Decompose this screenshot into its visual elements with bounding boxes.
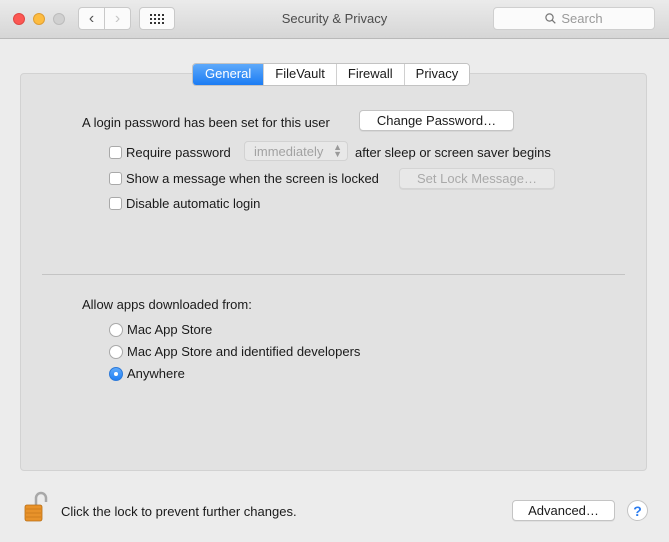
tab-firewall[interactable]: Firewall (335, 64, 404, 85)
section-divider (42, 274, 625, 275)
tab-filevault[interactable]: FileVault (263, 64, 336, 85)
general-panel (20, 73, 647, 471)
after-sleep-text: after sleep or screen saver begins (355, 145, 551, 160)
login-password-text: A login password has been set for this u… (82, 115, 330, 130)
search-field[interactable]: Search (493, 7, 655, 30)
search-placeholder: Search (561, 11, 603, 26)
lock-status-text: Click the lock to prevent further change… (61, 504, 297, 519)
unlocked-padlock-icon (24, 491, 48, 522)
require-password-label: Require password (126, 145, 231, 160)
set-lock-message-button[interactable]: Set Lock Message… (399, 168, 555, 189)
radio-identified-developers[interactable] (109, 345, 123, 359)
radio-label-mac-app-store: Mac App Store (127, 322, 213, 337)
lock-button[interactable] (24, 490, 48, 522)
disable-auto-login-checkbox[interactable] (109, 197, 122, 210)
show-message-label: Show a message when the screen is locked (126, 171, 379, 186)
radio-anywhere[interactable] (109, 367, 123, 381)
change-password-button[interactable]: Change Password… (359, 110, 514, 131)
require-password-delay-value: immediately (254, 143, 324, 159)
radio-label-anywhere: Anywhere (127, 366, 185, 381)
tab-general[interactable]: General (193, 64, 264, 85)
title-bar: ‹ › Security & Privacy Search (0, 0, 669, 39)
show-message-checkbox[interactable] (109, 172, 122, 185)
require-password-delay-select[interactable]: immediately ▲ ▼ (244, 141, 348, 161)
tab-privacy[interactable]: Privacy (403, 64, 470, 85)
allow-apps-heading: Allow apps downloaded from: (82, 297, 252, 312)
tab-bar: General FileVault Firewall Privacy (192, 63, 471, 86)
help-button[interactable]: ? (627, 500, 648, 521)
search-icon (545, 13, 557, 24)
require-password-checkbox[interactable] (109, 146, 122, 159)
question-mark-icon: ? (633, 502, 642, 519)
disable-auto-login-label: Disable automatic login (126, 196, 261, 211)
radio-label-identified-developers: Mac App Store and identified developers (127, 344, 361, 359)
advanced-button[interactable]: Advanced… (512, 500, 615, 521)
radio-mac-app-store[interactable] (109, 323, 123, 337)
updown-chevron-icon: ▲ ▼ (333, 142, 342, 159)
